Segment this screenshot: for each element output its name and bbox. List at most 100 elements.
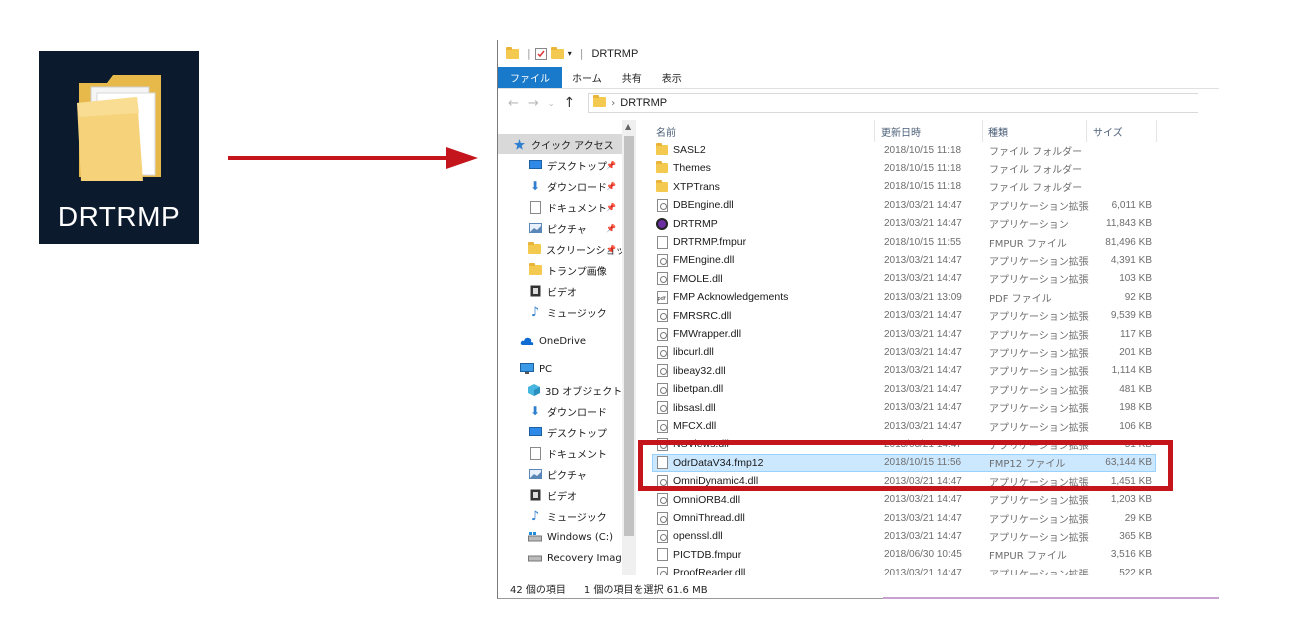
file-row[interactable]: Themes 2018/10/15 11:18 ファイル フォルダー [636, 159, 1219, 177]
chevron-up-icon[interactable]: ▲ [625, 122, 631, 131]
file-date: 2013/03/21 14:47 [884, 328, 962, 340]
file-row[interactable]: openssl.dll 2013/03/21 14:47 アプリケーション拡張 365… [636, 527, 1219, 545]
nav-pc-desktop[interactable]: デスクトップ [528, 422, 622, 442]
pin-icon[interactable]: 📌 [606, 161, 616, 170]
nav-pc-videos[interactable]: ビデオ [528, 485, 622, 505]
nav-music[interactable]: ♪ ミュージック [528, 302, 622, 322]
pin-icon[interactable]: 📌 [606, 182, 616, 191]
forward-arrow-icon[interactable]: → [528, 96, 539, 111]
file-row[interactable]: libeay32.dll 2013/03/21 14:47 アプリケーション拡張 1,… [636, 362, 1219, 380]
properties-icon[interactable] [534, 47, 547, 60]
nav-desktop[interactable]: デスクトップ 📌 [528, 155, 622, 175]
column-size-label: サイズ [1093, 127, 1123, 139]
column-header-name[interactable]: ⌃ 名前 [656, 120, 772, 142]
column-name-label: 名前 [656, 127, 676, 139]
nav-pc-music[interactable]: ♪ ミュージック [528, 506, 622, 526]
ribbon-tabs: ファイル ホーム 共有 表示 [498, 67, 1219, 89]
file-row[interactable]: FMP Acknowledgements 2013/03/21 13:09 PDF … [636, 288, 1219, 306]
nav-scrollbar-thumb[interactable] [624, 136, 634, 536]
tab-file[interactable]: ファイル [498, 67, 562, 88]
column-divider[interactable] [1086, 120, 1087, 142]
file-date: 2013/03/21 14:47 [884, 402, 962, 414]
file-size: 106 KB [1119, 420, 1152, 432]
file-row[interactable]: OmniThread.dll 2013/03/21 14:47 アプリケーション拡張… [636, 509, 1219, 527]
folder-icon[interactable] [506, 46, 519, 59]
picture-icon [528, 221, 542, 235]
nav-quick-access[interactable]: クイック アクセス [498, 134, 622, 154]
nav-recovery-image[interactable]: Recovery Image [528, 548, 622, 568]
file-name: DRTRMP [673, 217, 718, 230]
nav-download[interactable]: ⬇ ダウンロード 📌 [528, 176, 622, 196]
picture-icon [528, 467, 542, 481]
nav-playing-cards[interactable]: トランプ画像 [528, 260, 622, 280]
back-arrow-icon[interactable]: ← [508, 96, 519, 111]
nav-pictures[interactable]: ピクチャ 📌 [528, 218, 622, 238]
file-row[interactable]: DRTRMP.fmpur 2018/10/15 11:55 FMPUR ファイル 81… [636, 233, 1219, 251]
file-row[interactable]: libcurl.dll 2013/03/21 14:47 アプリケーション拡張 201… [636, 343, 1219, 361]
music-icon: ♪ [530, 508, 540, 524]
pin-icon[interactable]: 📌 [606, 203, 616, 212]
column-divider[interactable] [1156, 120, 1157, 142]
file-row[interactable]: FMRSRC.dll 2013/03/21 14:47 アプリケーション拡張 9,53… [636, 307, 1219, 325]
taskbar-edge [883, 597, 1219, 599]
breadcrumb-drtrmp[interactable]: DRTRMP [620, 97, 667, 109]
arrow-icon [228, 147, 478, 169]
nav-pc-download[interactable]: ⬇ ダウンロード [528, 401, 622, 421]
nav-videos[interactable]: ビデオ [528, 281, 622, 301]
address-path[interactable]: › DRTRMP [588, 93, 1199, 113]
nav-pc-documents[interactable]: ドキュメント [528, 443, 622, 463]
file-date: 2018/06/30 10:45 [884, 549, 962, 561]
column-header-date[interactable]: 更新日時 [881, 120, 921, 142]
column-header-size[interactable]: サイズ [1093, 120, 1123, 142]
nav-pc-pictures[interactable]: ピクチャ [528, 464, 622, 484]
new-folder-icon[interactable] [550, 46, 564, 59]
column-header-type[interactable]: 種類 [988, 120, 1008, 142]
file-row[interactable]: FMEngine.dll 2013/03/21 14:47 アプリケーション拡張 4,… [636, 251, 1219, 269]
file-name: DBEngine.dll [673, 199, 734, 212]
nav-scrollbar[interactable]: ▲ [622, 120, 636, 575]
file-row[interactable]: XTPTrans 2018/10/15 11:18 ファイル フォルダー [636, 178, 1219, 196]
tab-view[interactable]: 表示 [652, 67, 692, 88]
cube-icon [528, 383, 540, 397]
file-row[interactable]: PICTDB.fmpur 2018/06/30 10:45 FMPUR ファイル 3,… [636, 546, 1219, 564]
nav-onedrive[interactable]: OneDrive [520, 331, 622, 351]
file-name: ProofReader.dll [673, 567, 746, 575]
nav-label: ダウンロード [547, 182, 607, 194]
chevron-right-icon: › [611, 97, 616, 109]
customize-qat-icon[interactable]: ▾ [568, 49, 572, 58]
desktop-icon [528, 158, 542, 172]
nav-pc[interactable]: PC [520, 359, 622, 379]
file-row[interactable]: DBEngine.dll 2013/03/21 14:47 アプリケーション拡張 6,… [636, 196, 1219, 214]
file-row[interactable]: OmniORB4.dll 2013/03/21 14:47 アプリケーション拡張 1,… [636, 491, 1219, 509]
file-size: 1,114 KB [1111, 365, 1152, 377]
nav-documents[interactable]: ドキュメント 📌 [528, 197, 622, 217]
file-type: アプリケーション拡張 [989, 532, 1089, 544]
file-row[interactable]: ProofReader.dll 2013/03/21 14:47 アプリケーション拡… [636, 564, 1219, 575]
file-name: openssl.dll [673, 530, 723, 543]
pin-icon[interactable]: 📌 [606, 224, 616, 233]
file-row[interactable]: FMOLE.dll 2013/03/21 14:47 アプリケーション拡張 103 K… [636, 270, 1219, 288]
pdf-file-icon [656, 288, 668, 306]
column-divider[interactable] [982, 120, 983, 142]
file-row[interactable]: libsasl.dll 2013/03/21 14:47 アプリケーション拡張 198… [636, 399, 1219, 417]
file-date: 2013/03/21 13:09 [884, 291, 962, 303]
pin-icon[interactable]: 📌 [606, 245, 616, 254]
recent-dropdown-icon[interactable]: ⌄ [548, 99, 555, 108]
file-type: アプリケーション拡張 [989, 496, 1089, 508]
file-type: アプリケーション拡張 [989, 312, 1089, 324]
tab-share[interactable]: 共有 [612, 67, 652, 88]
nav-screenshots[interactable]: スクリーンショッ 📌 [528, 239, 622, 259]
nav-3d-objects[interactable]: 3D オブジェクト [528, 380, 622, 400]
file-row[interactable]: MFCX.dll 2013/03/21 14:47 アプリケーション拡張 106 KB [636, 417, 1219, 435]
file-row[interactable]: SASL2 2018/10/15 11:18 ファイル フォルダー [636, 141, 1219, 159]
column-divider[interactable] [874, 120, 875, 142]
file-row[interactable]: FMWrapper.dll 2013/03/21 14:47 アプリケーション拡張 1… [636, 325, 1219, 343]
dll-file-icon [656, 343, 668, 361]
desktop-folder-shortcut[interactable]: DRTRMP [39, 51, 199, 244]
up-arrow-icon[interactable]: ↑ [564, 95, 576, 111]
status-bar: 42 個の項目 1 個の項目を選択 61.6 MB [498, 577, 1219, 598]
file-row[interactable]: libetpan.dll 2013/03/21 14:47 アプリケーション拡張 48… [636, 380, 1219, 398]
nav-windows-c[interactable]: Windows (C:) [528, 527, 622, 547]
file-row[interactable]: DRTRMP 2013/03/21 14:47 アプリケーション 11,843 KB [636, 215, 1219, 233]
tab-home[interactable]: ホーム [562, 67, 612, 88]
